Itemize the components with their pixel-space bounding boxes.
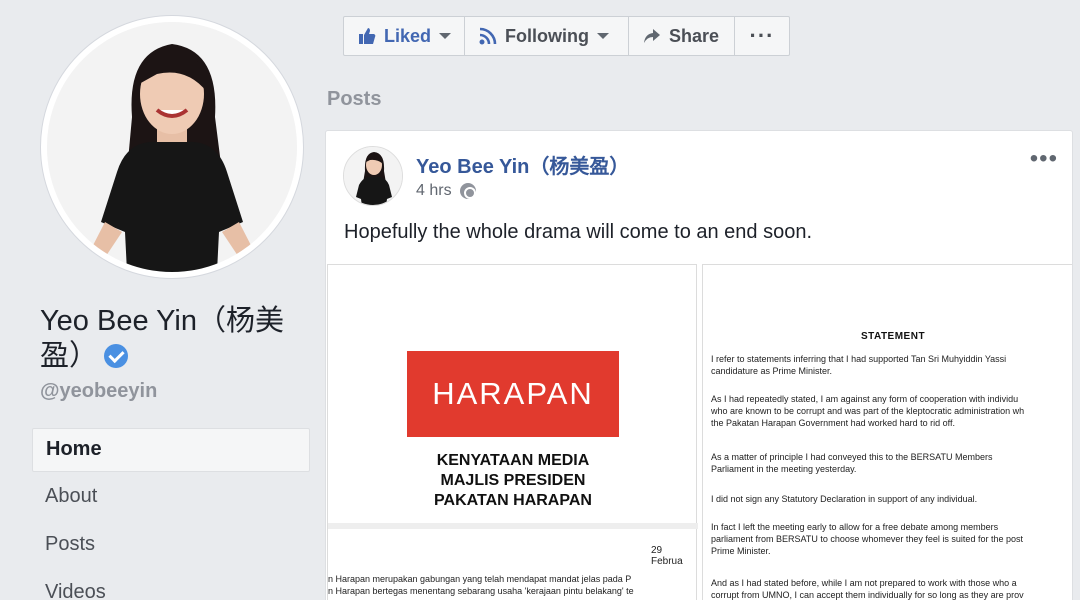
post-meta: 4 hrs — [416, 182, 476, 200]
statement-line: parliament from BERSATU to choose whomev… — [711, 534, 1023, 544]
statement-title: STATEMENT — [860, 331, 926, 342]
statement-line: Parliament in the meeting yesterday. — [711, 464, 857, 474]
nav-item-videos[interactable]: Videos — [32, 572, 310, 600]
page-sidebar: Yeo Bee Yin（杨美盈） @yeobeeyin Home About P… — [0, 0, 325, 600]
statement-line: In fact I left the meeting early to allo… — [711, 522, 999, 532]
post-author-avatar[interactable] — [343, 146, 403, 206]
harapan-logo: HARAPAN — [407, 351, 619, 437]
document-page-divider — [328, 523, 698, 529]
document-line: n Harapan merupakan gabungan yang telah … — [328, 574, 632, 584]
statement-line: And as I had stated before, while I am n… — [711, 578, 1017, 588]
statement-paragraph: As I had repeatedly stated, I am against… — [711, 393, 1072, 429]
statement-line: I refer to statements inferring that I h… — [711, 354, 1007, 364]
statement-line: candidature as Prime Minister. — [711, 366, 833, 376]
statement-line: As I had repeatedly stated, I am against… — [711, 394, 1019, 404]
post-text: Hopefully the whole drama will come to a… — [344, 221, 813, 243]
profile-picture[interactable] — [40, 15, 304, 279]
posts-section-heading: Posts — [327, 88, 382, 110]
share-label: Share — [669, 25, 720, 46]
page-actions-bar: Liked Following Share ··· — [343, 16, 790, 56]
statement-line: I did not sign any Statutory Declaration… — [711, 494, 978, 504]
heading-line: PAKATAN HARAPAN — [434, 492, 592, 509]
statement-line: who are known to be corrupt and was part… — [711, 406, 1025, 416]
document-body: n Harapan merupakan gabungan yang telah … — [328, 573, 698, 597]
more-options-button[interactable]: ··· — [735, 16, 790, 56]
post-image-right[interactable]: STATEMENT I refer to statements inferrin… — [702, 264, 1072, 600]
document-line: n Harapan bertegas menentang sebarang us… — [328, 586, 634, 596]
profile-handle[interactable]: @yeobeeyin — [40, 380, 157, 403]
post-timestamp[interactable]: 4 hrs — [416, 182, 452, 200]
more-dots-icon: ··· — [749, 23, 775, 48]
document-date: 29 Februa — [651, 545, 683, 567]
chevron-down-icon — [596, 33, 609, 39]
statement-paragraph: In fact I left the meeting early to allo… — [711, 521, 1072, 557]
share-arrow-icon — [643, 27, 661, 45]
following-button[interactable]: Following — [465, 16, 629, 56]
post-card: Yeo Bee Yin（杨美盈） 4 hrs ••• Hopefully the… — [325, 130, 1073, 600]
verified-badge-icon — [104, 344, 129, 368]
chevron-down-icon — [439, 33, 452, 39]
statement-paragraph: And as I had stated before, while I am n… — [711, 577, 1072, 600]
following-label: Following — [505, 25, 589, 46]
statement-line: Prime Minister. — [711, 546, 771, 556]
nav-item-posts[interactable]: Posts — [32, 524, 310, 572]
heading-line: KENYATAAN MEDIA — [436, 452, 590, 469]
statement-line: the Pakatan Harapan Government had worke… — [711, 418, 955, 428]
nav-item-home[interactable]: Home — [32, 428, 310, 472]
statement-paragraph: I did not sign any Statutory Declaration… — [711, 493, 1072, 505]
person-photo-icon — [47, 22, 297, 272]
statement-paragraph: As a matter of principle I had conveyed … — [711, 451, 1072, 475]
post-author-name[interactable]: Yeo Bee Yin（杨美盈） — [416, 150, 629, 179]
post-image-left[interactable]: HARAPAN KENYATAAN MEDIA MAJLIS PRESIDEN … — [327, 264, 698, 600]
statement-line: corrupt from UMNO, I can accept them ind… — [711, 590, 1024, 600]
profile-name[interactable]: Yeo Bee Yin（杨美盈） — [40, 304, 310, 374]
liked-label: Liked — [384, 25, 432, 46]
rss-feed-icon — [479, 27, 497, 45]
statement-line: As a matter of principle I had conveyed … — [711, 452, 993, 462]
harapan-logo-text: HARAPAN — [432, 376, 594, 411]
press-statement-heading: KENYATAAN MEDIA MAJLIS PRESIDEN PAKATAN … — [328, 451, 698, 511]
post-options-icon[interactable]: ••• — [1030, 145, 1058, 173]
globe-icon — [459, 183, 476, 199]
profile-name-text: Yeo Bee Yin（杨美盈） — [40, 305, 284, 372]
statement-paragraph: I refer to statements inferring that I h… — [711, 353, 1072, 377]
heading-line: MAJLIS PRESIDEN — [440, 472, 586, 489]
nav-item-about[interactable]: About — [32, 476, 310, 524]
profile-photo — [47, 22, 297, 272]
page-nav: Home About Posts Videos — [32, 428, 310, 600]
thumbs-up-icon — [358, 27, 376, 45]
person-photo-icon — [344, 147, 402, 205]
liked-button[interactable]: Liked — [343, 16, 465, 56]
share-button[interactable]: Share — [629, 16, 735, 56]
